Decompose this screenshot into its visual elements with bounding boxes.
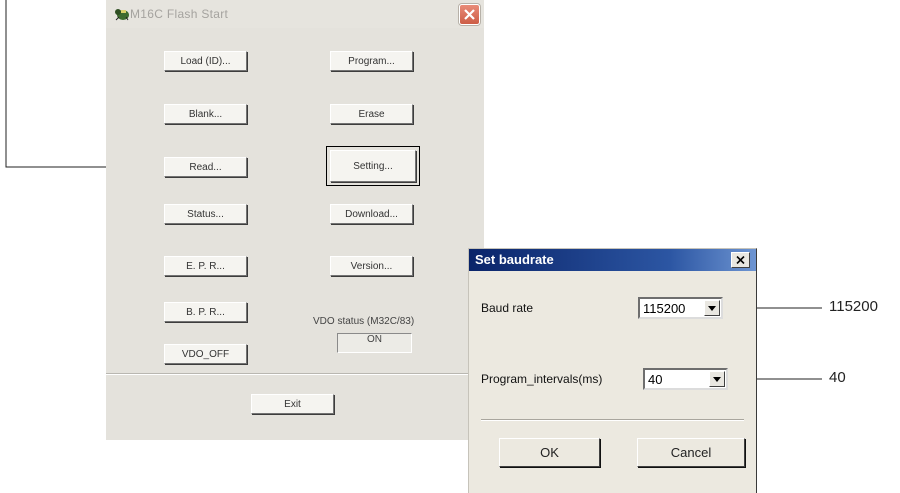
dialog-separator bbox=[481, 419, 744, 421]
version-button[interactable]: Version... bbox=[330, 256, 413, 276]
window-title: M16C Flash Start bbox=[130, 7, 229, 21]
baud-rate-value: 115200 bbox=[643, 301, 686, 316]
blank-button[interactable]: Blank... bbox=[164, 104, 247, 124]
flash-start-window: M16C Flash Start Load (ID)... Program...… bbox=[106, 0, 484, 440]
close-icon bbox=[464, 9, 475, 20]
chevron-down-icon bbox=[708, 306, 716, 311]
bug-icon bbox=[115, 9, 129, 21]
vdo-status-value: ON bbox=[337, 333, 412, 353]
program-intervals-select[interactable]: 40 bbox=[643, 368, 728, 390]
close-button[interactable] bbox=[459, 4, 480, 25]
set-baudrate-dialog: Set baudrate Baud rate 115200 Program_in… bbox=[468, 248, 757, 493]
download-button[interactable]: Download... bbox=[330, 204, 413, 224]
program-intervals-value: 40 bbox=[648, 372, 663, 387]
program-button[interactable]: Program... bbox=[330, 51, 413, 71]
status-button[interactable]: Status... bbox=[164, 204, 247, 224]
title-bar[interactable]: M16C Flash Start bbox=[106, 0, 484, 28]
ok-button[interactable]: OK bbox=[499, 438, 600, 467]
dialog-title-bar[interactable]: Set baudrate bbox=[469, 249, 756, 271]
dialog-title: Set baudrate bbox=[475, 252, 554, 267]
exit-button[interactable]: Exit bbox=[251, 394, 334, 414]
vdo-off-button[interactable]: VDO_OFF bbox=[164, 344, 247, 364]
setting-button[interactable]: Setting... bbox=[326, 146, 420, 186]
erase-button[interactable]: Erase bbox=[330, 104, 413, 124]
program-intervals-label: Program_intervals(ms) bbox=[481, 372, 603, 386]
program-intervals-dropdown-button[interactable] bbox=[709, 371, 725, 387]
baud-rate-select[interactable]: 115200 bbox=[638, 297, 723, 319]
load-id-button[interactable]: Load (ID)... bbox=[164, 51, 247, 71]
baud-callout-label: 115200 bbox=[829, 298, 878, 315]
vdo-status-label: VDO status (M32C/83) bbox=[313, 316, 415, 327]
baud-rate-dropdown-button[interactable] bbox=[704, 300, 720, 316]
interval-callout-label: 40 bbox=[829, 369, 846, 386]
dialog-close-button[interactable] bbox=[731, 252, 750, 268]
read-button[interactable]: Read... bbox=[164, 157, 247, 177]
epr-button[interactable]: E. P. R... bbox=[164, 256, 247, 276]
baud-rate-label: Baud rate bbox=[481, 301, 534, 315]
close-icon bbox=[736, 256, 745, 264]
chevron-down-icon bbox=[713, 377, 721, 382]
separator bbox=[106, 373, 484, 375]
bpr-button[interactable]: B. P. R... bbox=[164, 302, 247, 322]
cancel-button[interactable]: Cancel bbox=[637, 438, 745, 467]
